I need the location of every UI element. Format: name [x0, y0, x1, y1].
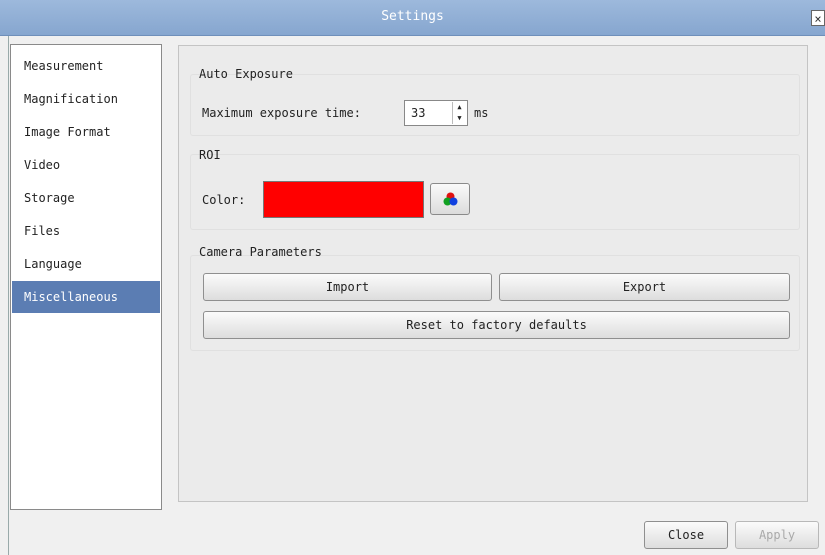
- max-exposure-spinbox[interactable]: 33 ▲ ▼: [404, 100, 468, 126]
- title-bar: Settings ×: [0, 0, 825, 36]
- settings-nav-list: Measurement Magnification Image Format V…: [10, 44, 162, 510]
- nav-item-miscellaneous[interactable]: Miscellaneous: [12, 281, 160, 313]
- rgb-circles-icon: [443, 192, 458, 206]
- nav-item-video[interactable]: Video: [12, 149, 160, 181]
- import-button[interactable]: Import: [203, 273, 492, 301]
- apply-button[interactable]: Apply: [735, 521, 819, 549]
- nav-item-language[interactable]: Language: [12, 248, 160, 280]
- roi-color-swatch: [263, 181, 424, 218]
- exposure-unit-label: ms: [474, 106, 489, 120]
- spin-up-icon[interactable]: ▲: [453, 102, 466, 113]
- reset-factory-defaults-button[interactable]: Reset to factory defaults: [203, 311, 790, 339]
- auto-exposure-group: [190, 74, 800, 136]
- max-exposure-value[interactable]: 33: [411, 106, 425, 120]
- window-title: Settings: [381, 9, 444, 24]
- nav-item-measurement[interactable]: Measurement: [12, 50, 160, 82]
- nav-item-magnification[interactable]: Magnification: [12, 83, 160, 115]
- roi-title: ROI: [199, 148, 221, 162]
- nav-item-image-format[interactable]: Image Format: [12, 116, 160, 148]
- export-button[interactable]: Export: [499, 273, 790, 301]
- max-exposure-label: Maximum exposure time:: [202, 106, 361, 120]
- roi-color-label: Color:: [202, 193, 246, 207]
- color-picker-button[interactable]: [430, 183, 470, 215]
- close-button[interactable]: Close: [644, 521, 728, 549]
- window-close-button[interactable]: ×: [811, 10, 825, 26]
- nav-item-files[interactable]: Files: [12, 215, 160, 247]
- spin-down-icon[interactable]: ▼: [453, 113, 466, 124]
- camera-parameters-title: Camera Parameters: [199, 245, 322, 259]
- nav-item-storage[interactable]: Storage: [12, 182, 160, 214]
- auto-exposure-title: Auto Exposure: [199, 67, 293, 81]
- spin-arrows[interactable]: ▲ ▼: [452, 102, 466, 124]
